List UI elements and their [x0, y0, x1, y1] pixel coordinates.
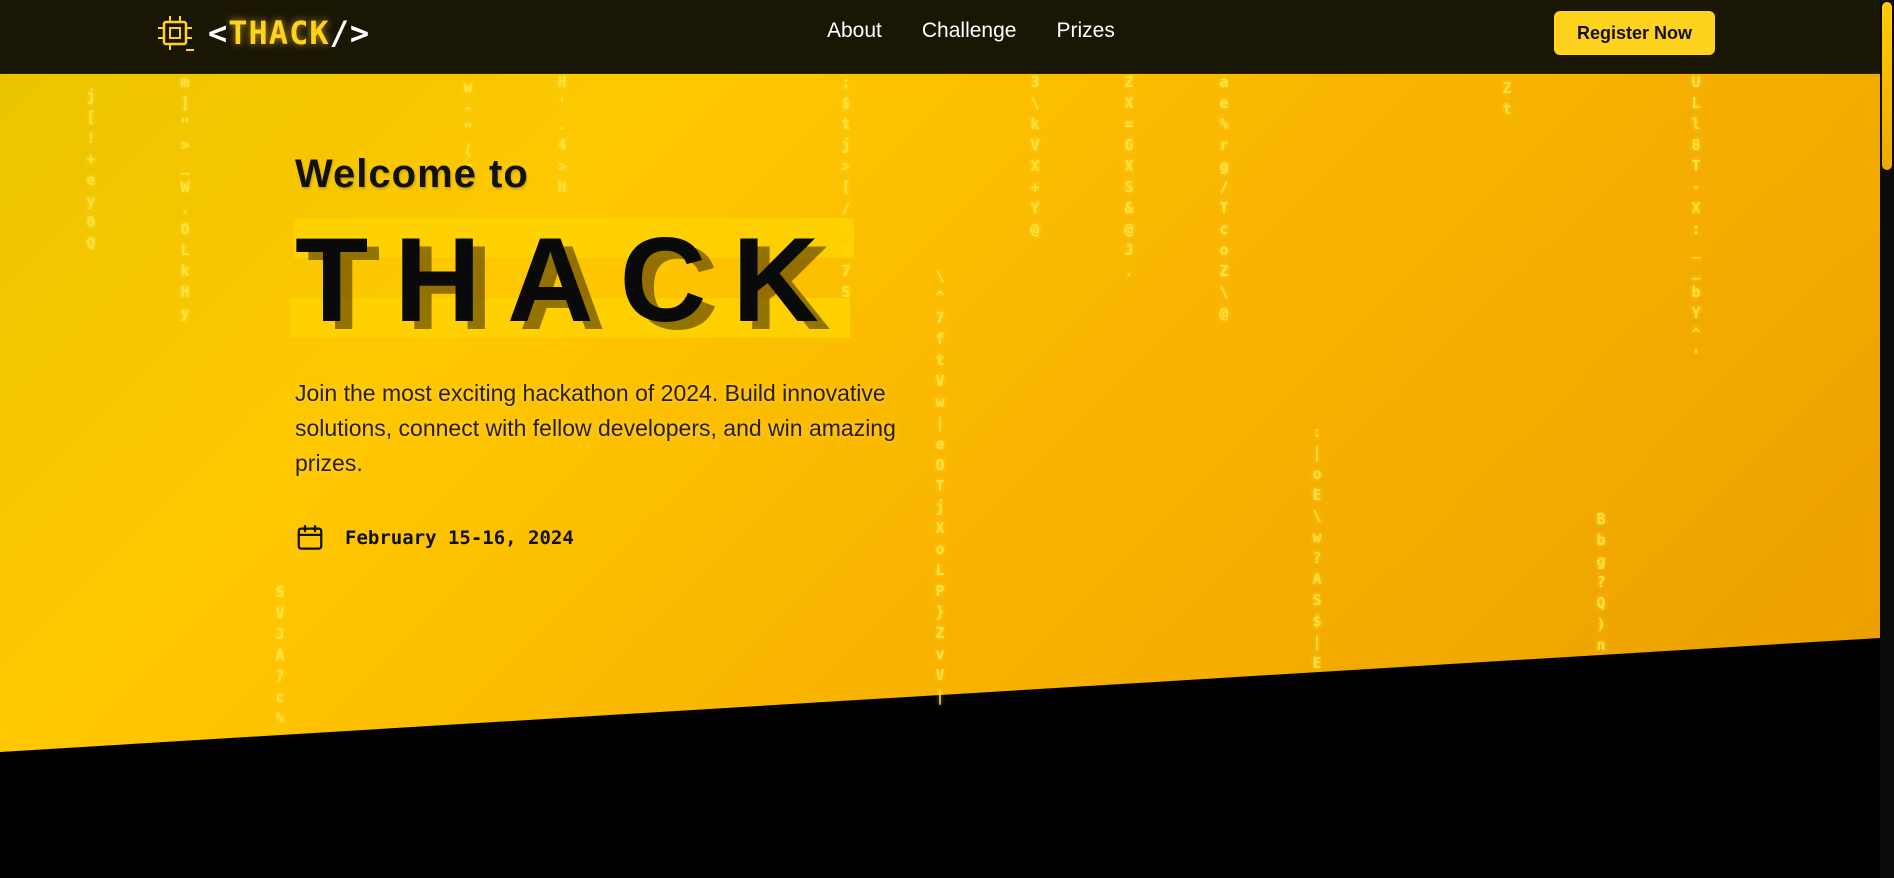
logo-suffix: /> [329, 14, 371, 52]
hero-background [0, 0, 1880, 752]
logo-prefix: < [208, 14, 229, 52]
logo-brand: THACK [228, 14, 330, 52]
top-navbar: <THACK/> About Challenge Prizes Register… [0, 0, 1880, 74]
scrollbar-thumb[interactable] [1882, 2, 1892, 170]
welcome-heading: Welcome to [295, 152, 529, 196]
chip-icon [158, 16, 194, 51]
logo[interactable]: <THACK/> [156, 14, 370, 52]
nav-link-challenge[interactable]: Challenge [922, 19, 1017, 43]
nav-links: About Challenge Prizes [827, 19, 1115, 43]
event-date: February 15-16, 2024 [295, 523, 574, 553]
hero-description: Join the most exciting hackathon of 2024… [295, 380, 896, 476]
nav-link-prizes[interactable]: Prizes [1056, 19, 1114, 43]
register-button[interactable]: Register Now [1554, 11, 1715, 55]
hero-title-block: THACK [290, 213, 854, 347]
calendar-icon [297, 525, 323, 550]
event-date-text: February 15-16, 2024 [345, 527, 574, 549]
nav-link-about[interactable]: About [827, 19, 882, 43]
hero-title: THACK [295, 213, 845, 347]
scrollbar[interactable] [1880, 0, 1894, 878]
logo-text: <THACK/> [208, 14, 370, 52]
